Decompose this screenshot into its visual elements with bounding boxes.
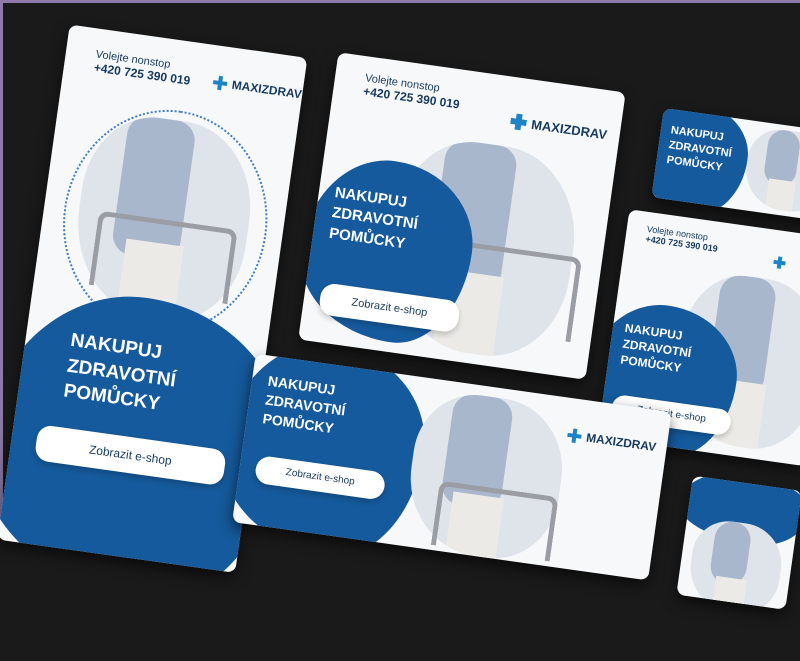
brand-logo: MAXIZDRAV [212, 75, 303, 102]
medical-cross-icon [773, 256, 787, 270]
headline: NAKUPUJ ZDRAVOTNÍ POMŮCKY [619, 320, 694, 378]
contact-block: Volejte nonstop +420 725 390 019 [93, 49, 193, 88]
banner-small-wide: NAKUPUJ ZDRAVOTNÍ POMŮCKY [651, 108, 800, 223]
headline: NAKUPUJ ZDRAVOTNÍ POMŮCKY [328, 183, 422, 255]
banner-collage: Volejte nonstop +420 725 390 019 MAXIZDR… [0, 0, 800, 661]
headline: NAKUPUJ ZDRAVOTNÍ POMŮCKY [666, 123, 735, 176]
brand-name: MAXIZDRAV [230, 77, 303, 102]
contact-block: Volejte nonstop +420 725 390 019 [645, 224, 720, 254]
brand-logo [773, 256, 787, 270]
brand-logo: MAXIZDRAV [567, 428, 658, 455]
brand-name: MAXIZDRAV [585, 430, 658, 455]
banner-square: Volejte nonstop +420 725 390 019 MAXIZDR… [298, 52, 626, 380]
medical-cross-icon [567, 428, 583, 444]
headline: NAKUPUJ ZDRAVOTNÍ POMŮCKY [261, 372, 349, 439]
brand-name: MAXIZDRAV [530, 116, 609, 142]
headline: NAKUPUJ ZDRAVOTNÍ POMŮCKY [62, 328, 181, 419]
banner-small-corner [676, 475, 800, 610]
brand-logo: MAXIZDRAV [510, 113, 609, 142]
product-photo [741, 125, 800, 216]
contact-block: Volejte nonstop +420 725 390 019 [362, 72, 462, 111]
medical-cross-icon [510, 113, 528, 131]
medical-cross-icon [212, 75, 228, 91]
